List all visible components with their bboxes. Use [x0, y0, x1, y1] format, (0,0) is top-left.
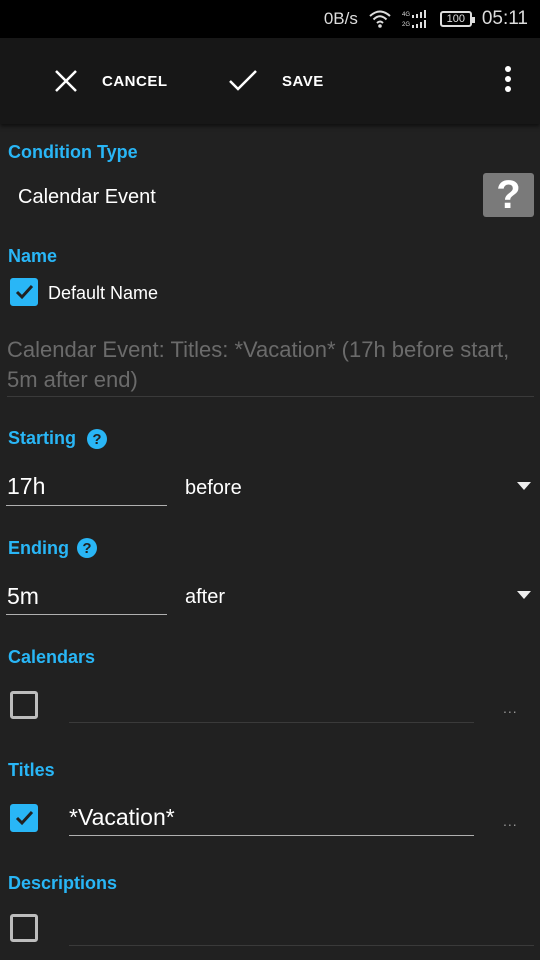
network-speed: 0B/s	[323, 9, 358, 28]
ending-info-icon[interactable]: ?	[77, 538, 97, 558]
help-icon-glyph: ?	[496, 172, 521, 217]
ending-input-underline	[6, 614, 167, 615]
cancel-label: CANCEL	[102, 72, 168, 90]
default-name-checkbox[interactable]	[10, 278, 38, 306]
calendars-checkbox[interactable]	[10, 691, 38, 719]
save-label: SAVE	[282, 72, 324, 90]
titles-heading: Titles	[8, 760, 55, 780]
calendars-input-underline	[69, 722, 474, 723]
ending-relation-select[interactable]: after	[185, 586, 225, 609]
ending-heading: Ending	[8, 538, 69, 558]
starting-time-input[interactable]: 17h	[7, 473, 45, 500]
check-icon	[229, 70, 257, 91]
titles-checkbox[interactable]	[10, 804, 38, 832]
svg-text:4G: 4G	[402, 12, 410, 18]
starting-info-glyph: ?	[92, 430, 102, 448]
starting-relation-select[interactable]: before	[185, 477, 242, 500]
ending-dropdown-arrow-icon[interactable]	[517, 591, 531, 599]
wifi-icon	[368, 9, 392, 29]
generated-name-field[interactable]: Calendar Event: Titles: *Vacation* (17h …	[7, 335, 527, 395]
signal-icon: 4G 2G	[402, 9, 430, 29]
checkmark-icon	[15, 284, 34, 300]
status-bar: 0B/s 4G 2G 100 05:11	[0, 0, 540, 38]
titles-more-button[interactable]: ...	[503, 813, 518, 829]
starting-info-icon[interactable]: ?	[87, 429, 107, 449]
clock: 05:11	[481, 8, 528, 29]
titles-input[interactable]: *Vacation*	[69, 804, 175, 831]
name-field-underline	[7, 396, 534, 397]
descriptions-input-underline	[69, 945, 534, 946]
action-toolbar: CANCEL SAVE	[0, 38, 540, 124]
descriptions-checkbox[interactable]	[10, 914, 38, 942]
condition-type-heading: Condition Type	[8, 142, 138, 162]
default-name-label: Default Name	[48, 283, 159, 303]
starting-heading: Starting	[8, 428, 77, 448]
ending-time-input[interactable]: 5m	[7, 583, 39, 610]
svg-text:2G: 2G	[402, 22, 410, 28]
help-icon[interactable]: ?	[483, 173, 534, 217]
starting-dropdown-arrow-icon[interactable]	[517, 482, 531, 490]
starting-input-underline	[6, 505, 167, 506]
calendars-more-button[interactable]: ...	[503, 700, 518, 716]
titles-input-underline	[69, 835, 474, 836]
condition-type-value[interactable]: Calendar Event	[18, 186, 156, 209]
save-button[interactable]: SAVE	[228, 38, 324, 124]
ending-info-glyph: ?	[82, 539, 92, 557]
name-heading: Name	[8, 246, 58, 266]
checkmark-icon	[15, 810, 34, 826]
battery-level: 100	[446, 13, 466, 25]
battery-icon: 100	[439, 11, 475, 27]
more-options-icon[interactable]	[498, 66, 518, 96]
cancel-button[interactable]: CANCEL	[54, 38, 168, 124]
calendars-heading: Calendars	[8, 647, 96, 667]
descriptions-heading: Descriptions	[8, 873, 118, 893]
close-icon	[55, 70, 77, 92]
